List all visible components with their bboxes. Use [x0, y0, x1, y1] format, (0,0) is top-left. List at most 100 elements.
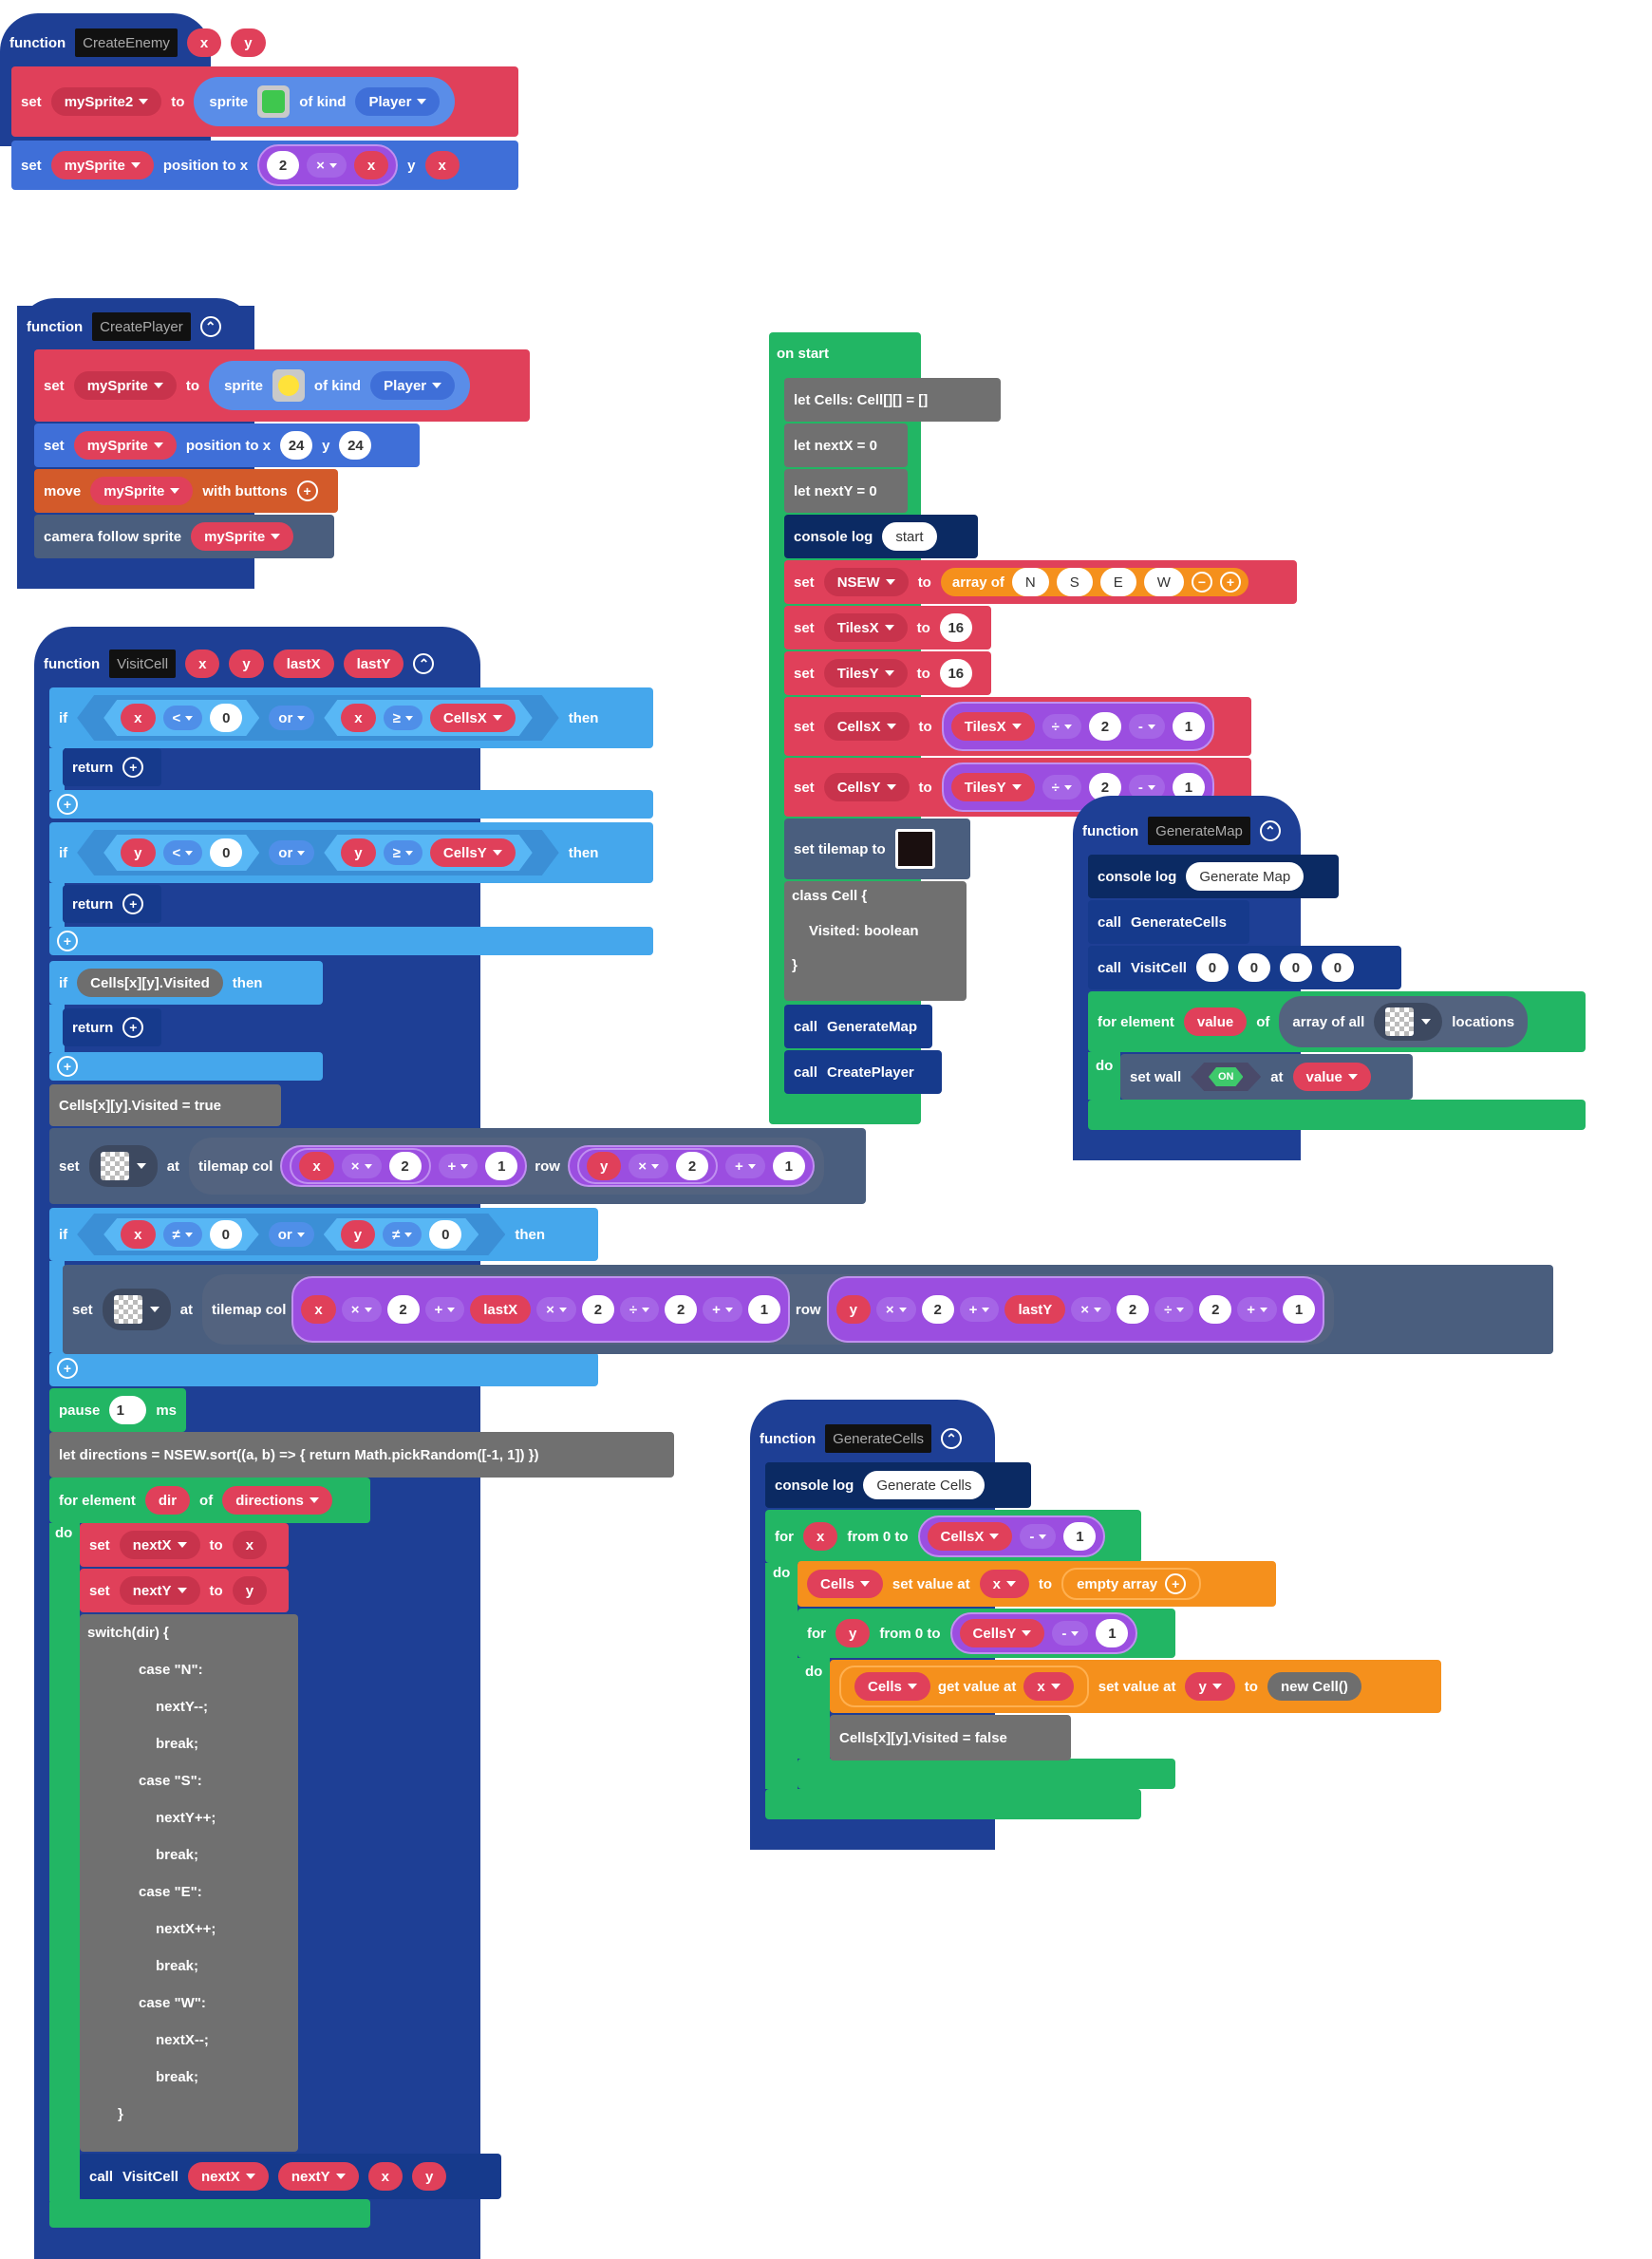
console-log-block[interactable]: console log Generate Cells: [765, 1462, 1031, 1508]
string-field[interactable]: Generate Cells: [863, 1471, 986, 1499]
param-lastx[interactable]: lastX: [272, 649, 334, 678]
set-position-block[interactable]: set mySprite position to x 24 y 24: [34, 424, 420, 467]
var-tilesx[interactable]: TilesX: [950, 712, 1035, 741]
compare[interactable]: x < 0: [103, 700, 259, 736]
call-generatemap-block[interactable]: call GenerateMap: [784, 1005, 932, 1048]
plus-icon[interactable]: +: [122, 1017, 144, 1038]
var-tilesy[interactable]: TilesY: [950, 773, 1035, 801]
operator-dropdown[interactable]: +: [438, 1154, 479, 1178]
ge-dropdown[interactable]: ≥: [384, 706, 422, 730]
number-field[interactable]: 0: [1279, 953, 1312, 982]
tilemap-image-icon[interactable]: [894, 829, 935, 869]
number-field[interactable]: 2: [665, 1295, 698, 1324]
param-y[interactable]: y: [229, 649, 264, 678]
operator-dropdown[interactable]: ×: [341, 1154, 382, 1178]
ne-dropdown[interactable]: ≠: [163, 1222, 202, 1247]
number-field[interactable]: 1: [747, 1295, 780, 1324]
var-dir[interactable]: dir: [144, 1486, 191, 1515]
tile-image-picker[interactable]: [88, 1145, 158, 1187]
number-field[interactable]: 1: [1283, 1295, 1316, 1324]
player-sprite-image-icon[interactable]: [272, 369, 305, 402]
set-position-block[interactable]: set mySprite position to x 2 × x y x: [11, 141, 518, 190]
number-field[interactable]: 2: [1088, 712, 1121, 741]
var-cells[interactable]: Cells: [807, 1570, 883, 1598]
var-x[interactable]: x: [1023, 1672, 1074, 1701]
plus-icon[interactable]: +: [296, 480, 318, 501]
number-field[interactable]: 1: [485, 1152, 518, 1180]
return-block[interactable]: return +: [63, 885, 161, 923]
var-x[interactable]: x: [121, 704, 155, 732]
var-x[interactable]: x: [299, 1152, 334, 1180]
string-field[interactable]: start: [882, 522, 937, 551]
variable-dropdown[interactable]: TilesY: [823, 659, 908, 687]
expression[interactable]: CellsY - 1: [949, 1612, 1138, 1654]
operator-dropdown[interactable]: +: [424, 1297, 465, 1322]
var-y[interactable]: y: [341, 838, 375, 867]
plus-icon[interactable]: +: [1165, 1573, 1187, 1594]
var-x[interactable]: x: [424, 151, 460, 179]
function-name-field[interactable]: CreatePlayer: [92, 312, 191, 341]
code-let-nexty[interactable]: let nextY = 0: [784, 469, 908, 513]
cellsy-dropdown[interactable]: CellsY: [430, 838, 516, 867]
mul-expression[interactable]: y × 2: [576, 1148, 719, 1184]
collapse-icon[interactable]: ⌃: [199, 316, 221, 337]
number-field[interactable]: 0: [429, 1220, 461, 1249]
var-y[interactable]: y: [586, 1152, 622, 1180]
compare[interactable]: y ≠ 0: [324, 1218, 479, 1251]
number-field[interactable]: 1: [1172, 712, 1205, 741]
pause-dropdown[interactable]: 1: [109, 1396, 147, 1424]
ne-dropdown[interactable]: ≠: [383, 1222, 422, 1247]
var-x[interactable]: x: [341, 704, 375, 732]
var-x[interactable]: x: [121, 1220, 155, 1249]
var-y[interactable]: y: [835, 1295, 871, 1324]
tile-image-picker[interactable]: [1374, 1003, 1443, 1041]
expression[interactable]: TilesX ÷ 2 - 1: [941, 702, 1214, 751]
row-expression[interactable]: y × 2 + lastY × 2 ÷ 2 + 1: [826, 1276, 1325, 1343]
string-field[interactable]: Generate Map: [1186, 862, 1305, 891]
compare[interactable]: x ≥ CellsX: [324, 700, 532, 736]
number-field[interactable]: 2: [388, 1152, 422, 1180]
sprite-create[interactable]: sprite of kind Player: [194, 77, 456, 126]
wall-toggle[interactable]: ON: [1191, 1063, 1261, 1091]
var-lasty[interactable]: lastY: [1004, 1295, 1066, 1324]
number-field[interactable]: 0: [1195, 953, 1229, 982]
or-condition[interactable]: x ≠ 0 or y ≠ 0: [77, 1214, 505, 1255]
expression[interactable]: CellsX - 1: [917, 1515, 1106, 1557]
tilemap-location[interactable]: tilemap col x × 2 + lastX × 2 ÷ 2 + 1 ro…: [202, 1274, 1335, 1345]
add-else-plus-icon[interactable]: +: [57, 1358, 78, 1379]
add-else-plus-icon[interactable]: +: [57, 1056, 78, 1077]
set-sprite-block[interactable]: set mySprite2 to sprite of kind Player: [11, 66, 518, 137]
enemy-sprite-image-icon[interactable]: [257, 85, 291, 118]
variable-dropdown[interactable]: mySprite: [50, 151, 154, 179]
return-block[interactable]: return +: [63, 748, 161, 786]
empty-array[interactable]: empty array +: [1061, 1568, 1202, 1600]
var-cellsx[interactable]: CellsX: [927, 1522, 1013, 1551]
plus-icon[interactable]: +: [122, 894, 144, 914]
string-field[interactable]: W: [1143, 568, 1184, 596]
var-y[interactable]: y: [341, 1220, 375, 1249]
var-y[interactable]: y: [412, 2162, 447, 2191]
tilemap-location[interactable]: tilemap col x × 2 + 1 row y × 2 + 1: [189, 1138, 824, 1195]
variable-dropdown[interactable]: mySprite: [191, 522, 294, 551]
number-field[interactable]: 1: [1063, 1522, 1097, 1551]
array-of-block[interactable]: array of N S E W − +: [940, 568, 1248, 596]
var-y[interactable]: y: [232, 1576, 268, 1605]
compare[interactable]: y < 0: [103, 835, 259, 871]
array-of-all-locations[interactable]: array of all locations: [1279, 996, 1529, 1047]
console-log-block[interactable]: console log Generate Map: [1088, 855, 1339, 898]
visited-check[interactable]: Cells[x][y].Visited: [77, 969, 223, 997]
call-createplayer-block[interactable]: call CreatePlayer: [784, 1050, 942, 1094]
operator-dropdown[interactable]: ÷: [1042, 775, 1081, 800]
or-condition[interactable]: y < 0 or y ≥ CellsY: [77, 830, 559, 875]
function-name-field[interactable]: CreateEnemy: [75, 28, 178, 57]
switch-code-block[interactable]: switch(dir) { case "N": nextY--; break; …: [80, 1614, 298, 2152]
cellsx-dropdown[interactable]: CellsX: [430, 704, 516, 732]
operator-dropdown[interactable]: ×: [341, 1297, 382, 1322]
if-visited-block[interactable]: if Cells[x][y].Visited then: [49, 961, 323, 1005]
number-field[interactable]: 0: [210, 1220, 242, 1249]
variable-dropdown[interactable]: CellsX: [823, 712, 910, 741]
var-y[interactable]: y: [1185, 1672, 1235, 1701]
variable-dropdown[interactable]: nextX: [119, 1531, 200, 1559]
collapse-icon[interactable]: ⌃: [413, 653, 435, 674]
collapse-icon[interactable]: ⌃: [941, 1428, 963, 1449]
